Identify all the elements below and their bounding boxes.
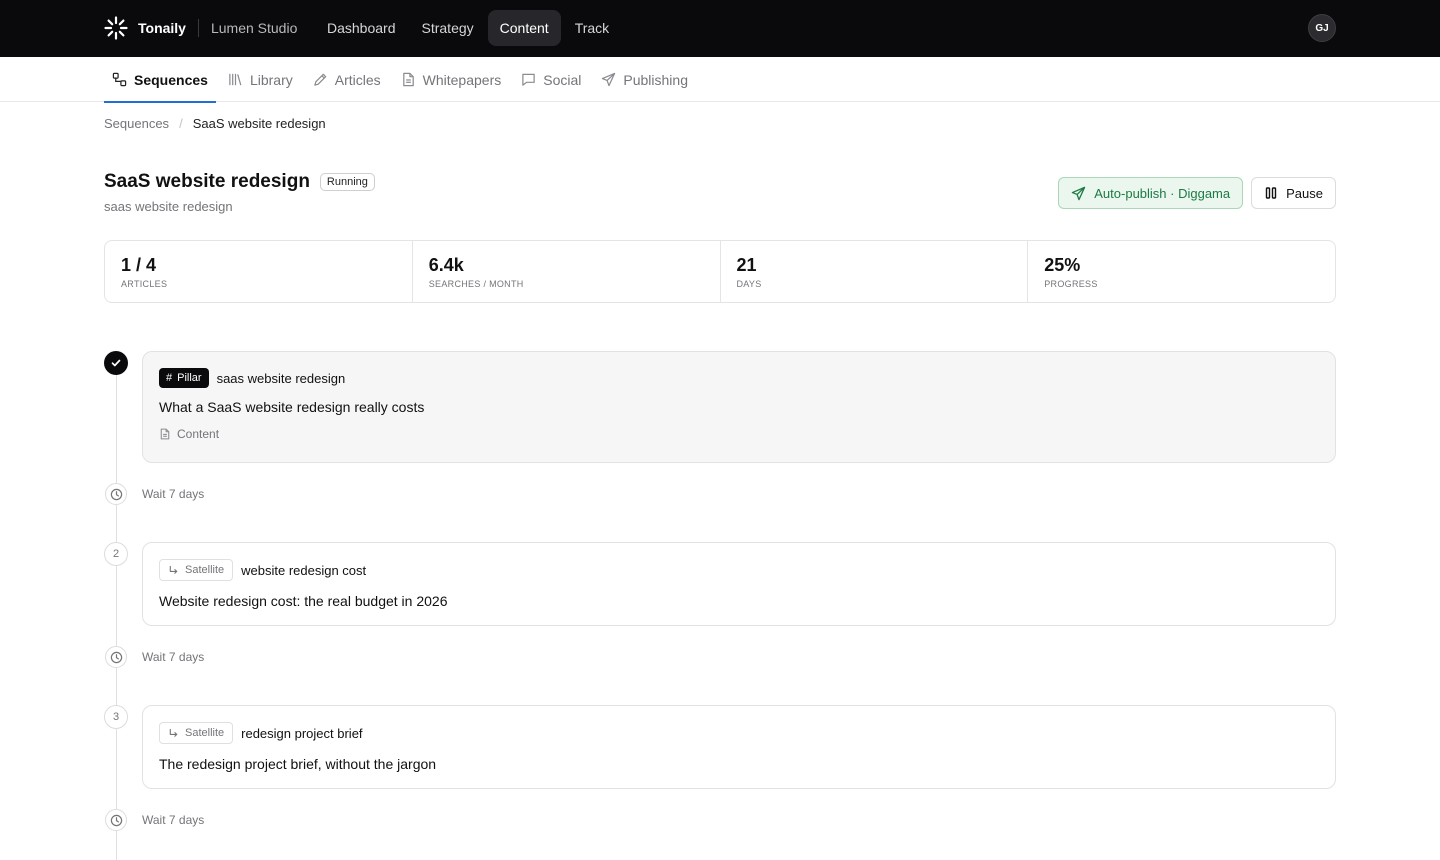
step-keyword: redesign project brief <box>241 725 363 741</box>
step-title: The redesign project brief, without the … <box>159 756 437 772</box>
timeline-line <box>116 373 117 860</box>
user-avatar[interactable]: GJ <box>1308 14 1336 42</box>
sub-nav: Sequences Library Articles Whitepapers S… <box>0 57 1440 103</box>
top-bar: Tonaily Lumen Studio Dashboard Strategy … <box>0 0 1440 57</box>
brand[interactable]: Tonaily Lumen Studio <box>104 16 297 40</box>
step-title: Website redesign cost: the real budget i… <box>159 593 448 609</box>
breadcrumb: Sequences / SaaS website redesign <box>104 116 326 131</box>
main-nav: Dashboard Strategy Content Track <box>315 10 621 46</box>
pillar-tag: # Pillar <box>159 368 209 388</box>
page-subtitle: saas website redesign <box>104 199 233 214</box>
tab-label: Sequences <box>134 71 208 88</box>
pause-icon <box>1264 186 1278 200</box>
send-icon <box>601 72 616 87</box>
nav-strategy[interactable]: Strategy <box>410 10 486 46</box>
stat-articles: 1 / 4 ARTICLES <box>105 241 413 302</box>
tab-label: Publishing <box>623 71 688 88</box>
pause-label: Pause <box>1286 185 1323 201</box>
stats-panel: 1 / 4 ARTICLES 6.4k SEARCHES / MONTH 21 … <box>104 240 1336 303</box>
nav-dashboard[interactable]: Dashboard <box>315 10 408 46</box>
page-title: SaaS website redesign <box>104 171 310 192</box>
tab-whitepapers[interactable]: Whitepapers <box>393 57 510 102</box>
title-row: SaaS website redesign Running <box>104 171 375 193</box>
breadcrumb-sequences[interactable]: Sequences <box>104 116 169 131</box>
nav-content[interactable]: Content <box>487 10 561 46</box>
brand-divider <box>197 19 199 37</box>
clock-icon <box>110 814 123 827</box>
tab-sequences[interactable]: Sequences <box>104 57 216 103</box>
tab-library[interactable]: Library <box>220 57 301 102</box>
stat-label: DAYS <box>736 279 762 289</box>
stat-value: 1 / 4 <box>121 255 157 275</box>
tab-social[interactable]: Social <box>513 57 589 102</box>
check-icon <box>110 357 122 369</box>
library-icon <box>228 72 243 87</box>
stat-value: 21 <box>736 255 757 275</box>
step-done-marker <box>104 351 128 375</box>
auto-publish-button[interactable]: Auto-publish · Diggama <box>1058 177 1244 209</box>
stat-label: SEARCHES / MONTH <box>428 279 524 289</box>
sequence-step-card[interactable]: Satellite website redesign cost Website … <box>142 542 1336 626</box>
breadcrumb-separator: / <box>179 116 183 131</box>
clock-icon <box>110 651 123 664</box>
step-meta-label: Content <box>177 427 220 441</box>
clock-icon <box>110 488 123 501</box>
logo-icon <box>104 16 128 40</box>
tab-label: Articles <box>334 71 381 88</box>
nav-track[interactable]: Track <box>563 10 621 46</box>
stat-days: 21 DAYS <box>721 241 1029 302</box>
auto-publish-label: Auto-publish · Diggama <box>1094 185 1231 201</box>
stat-searches: 6.4k SEARCHES / MONTH <box>413 241 721 302</box>
sequence-step-card[interactable]: Satellite redesign project brief The red… <box>142 705 1336 789</box>
hash-icon: # <box>166 372 173 384</box>
header-actions: Auto-publish · Diggama Pause <box>1058 177 1336 209</box>
stat-label: ARTICLES <box>121 279 168 289</box>
step-number: 3 <box>104 705 128 729</box>
corner-arrow-icon <box>168 565 179 576</box>
step-keyword: saas website redesign <box>216 370 346 386</box>
tag-label: Pillar <box>177 372 202 384</box>
sequences-icon <box>112 72 127 87</box>
tab-articles[interactable]: Articles <box>305 57 389 102</box>
brand-name: Tonaily <box>138 20 186 36</box>
wait-marker <box>105 809 127 831</box>
workspace-name[interactable]: Lumen Studio <box>211 20 297 36</box>
status-badge: Running <box>319 173 375 191</box>
tab-label: Social <box>543 71 582 88</box>
satellite-tag: Satellite <box>159 559 234 581</box>
wait-marker <box>105 646 127 668</box>
stat-progress: 25% PROGRESS <box>1028 241 1335 302</box>
pencil-icon <box>313 72 328 87</box>
wait-label: Wait 7 days <box>142 487 205 501</box>
tag-label: Satellite <box>185 564 225 576</box>
pause-button[interactable]: Pause <box>1251 177 1336 209</box>
stat-label: PROGRESS <box>1044 279 1098 289</box>
breadcrumb-current: SaaS website redesign <box>192 116 326 131</box>
tab-label: Whitepapers <box>422 71 502 88</box>
tab-label: Library <box>249 71 293 88</box>
wait-marker <box>105 483 127 505</box>
chat-icon <box>521 72 536 87</box>
step-keyword: website redesign cost <box>241 562 367 578</box>
sequence-step-card[interactable]: # Pillar saas website redesign What a Sa… <box>142 351 1336 463</box>
tag-label: Satellite <box>185 727 225 739</box>
step-number: 2 <box>104 542 128 566</box>
wait-label: Wait 7 days <box>142 650 205 664</box>
satellite-tag: Satellite <box>159 722 234 744</box>
step-meta[interactable]: Content <box>159 427 1319 441</box>
document-icon <box>159 428 171 440</box>
wait-label: Wait 7 days <box>142 813 205 827</box>
step-title: What a SaaS website redesign really cost… <box>159 399 425 415</box>
corner-arrow-icon <box>168 728 179 739</box>
stat-value: 6.4k <box>428 255 464 275</box>
send-icon <box>1071 186 1086 201</box>
stat-value: 25% <box>1044 255 1081 275</box>
tab-publishing[interactable]: Publishing <box>593 57 696 102</box>
document-icon <box>401 72 416 87</box>
